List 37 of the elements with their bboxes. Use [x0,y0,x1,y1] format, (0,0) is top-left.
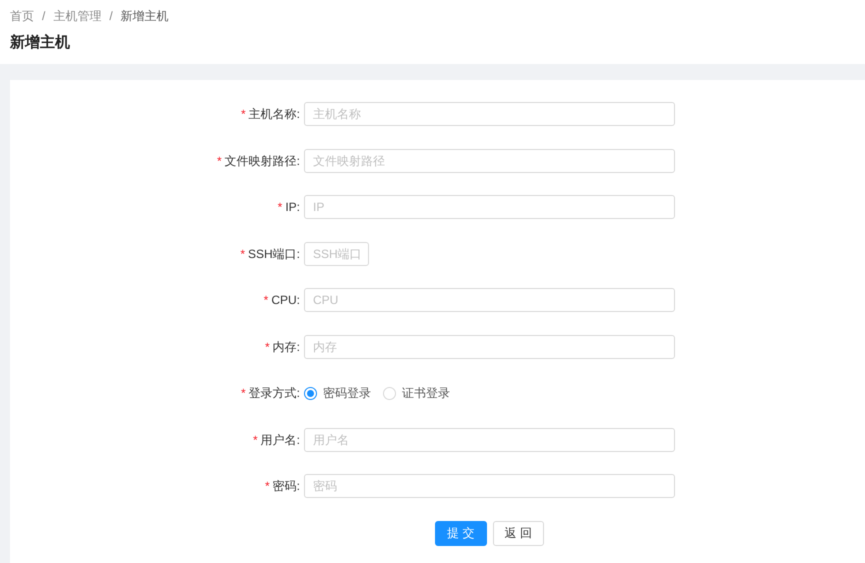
radio-label: 密码登录 [323,385,371,402]
input-field[interactable]: 文件映射路径 [304,148,675,172]
required-mark: * [252,432,258,448]
required-mark: * [264,478,270,495]
required-mark: * [240,106,246,123]
input-field[interactable]: IP [304,195,675,219]
field-label: 主机名称: [248,106,300,123]
input-field[interactable]: 用户名 [304,428,675,452]
required-mark: * [264,292,268,309]
field-label: 内存: [272,338,300,356]
field-label: 登录方式: [248,385,300,402]
input-field[interactable]: 主机名称 [304,102,675,126]
field-label: 用户名: [260,432,300,448]
required-mark: * [216,152,222,170]
field-label: 密码: [272,478,300,495]
breadcrumb-link[interactable]: 首页 [10,8,34,24]
required-mark: * [264,338,270,356]
field-label: CPU: [271,292,300,309]
required-mark: * [240,385,246,402]
input-field[interactable]: 密码 [304,474,675,498]
breadcrumb-separator: / [109,8,113,24]
required-mark: * [240,246,245,262]
field-label: IP: [285,199,300,216]
input-field[interactable]: SSH端口 [304,242,369,266]
breadcrumb-separator: / [42,8,46,24]
radio-label: 证书登录 [402,385,450,402]
input-field[interactable]: CPU [304,288,675,312]
submit-button[interactable]: 提 交 [435,520,486,546]
page-title: 新增主机 [10,33,71,53]
back-button[interactable]: 返 回 [492,520,544,546]
radio-button[interactable] [304,386,317,400]
input-field[interactable]: 内存 [304,334,675,358]
required-mark: * [278,199,282,216]
field-label: 文件映射路径: [224,152,300,170]
breadcrumb-current: 新增主机 [120,8,169,24]
field-label: SSH端口: [248,246,300,262]
breadcrumb-link[interactable]: 主机管理 [53,8,102,24]
